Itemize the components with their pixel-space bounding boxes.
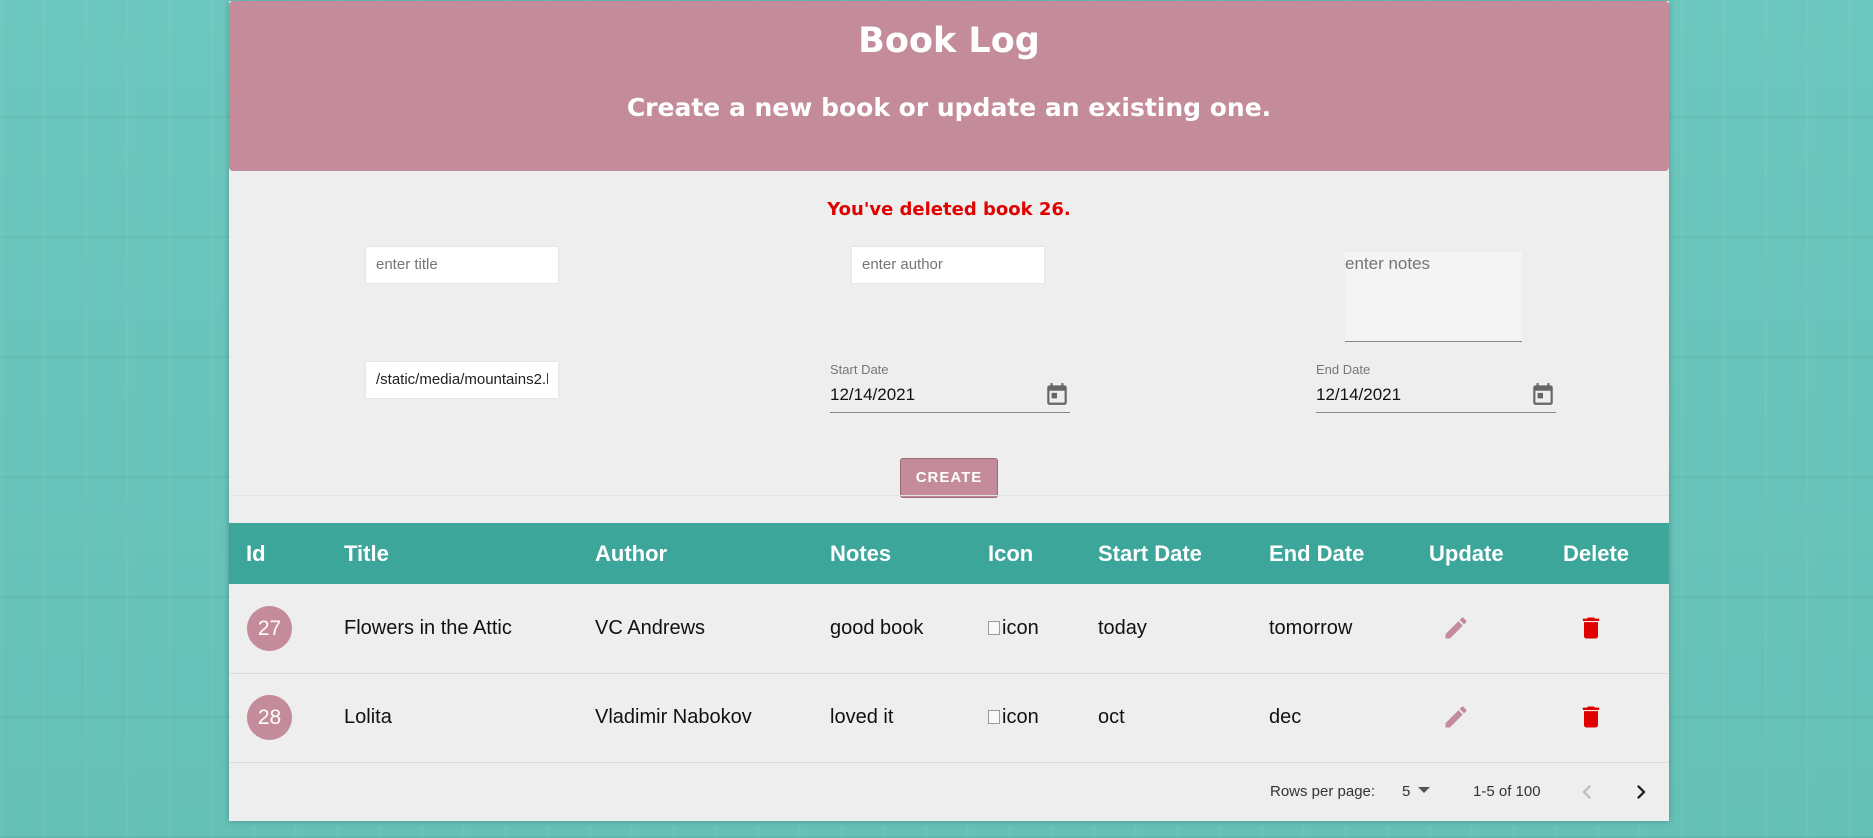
column-header-update[interactable]: Update <box>1429 523 1504 584</box>
column-header-end-date[interactable]: End Date <box>1269 523 1364 584</box>
pagination-range: 1-5 of 100 <box>1473 783 1541 800</box>
start-date-value[interactable]: 12/14/2021 <box>830 383 1070 413</box>
calendar-icon[interactable] <box>1044 381 1070 407</box>
start-date-text: 12/14/2021 <box>830 385 916 404</box>
cell-start-date: oct <box>1098 706 1125 728</box>
page-header: Book Log Create a new book or update an … <box>229 1 1669 171</box>
cell-author: VC Andrews <box>595 617 706 639</box>
chevron-left-icon[interactable] <box>1573 778 1601 806</box>
start-date-field[interactable]: Start Date 12/14/2021 <box>830 362 1070 413</box>
end-date-text: 12/14/2021 <box>1316 385 1402 404</box>
id-badge: 27 <box>247 606 292 651</box>
cell-icon: icon <box>988 673 1039 762</box>
create-button[interactable]: CREATE <box>900 458 998 498</box>
column-header-start-date[interactable]: Start Date <box>1098 523 1202 584</box>
icon-alt-text: icon <box>1002 706 1039 728</box>
cell-end-date: tomorrow <box>1269 617 1353 639</box>
notes-input[interactable] <box>1345 252 1522 342</box>
cell-author: Vladimir Nabokov <box>595 706 752 728</box>
pencil-icon[interactable] <box>1442 614 1470 642</box>
rows-per-page-select[interactable]: 5 <box>1402 783 1410 800</box>
icon-url-input[interactable] <box>365 361 559 399</box>
column-header-notes[interactable]: Notes <box>830 523 891 584</box>
broken-image-icon <box>988 620 1000 635</box>
chevron-right-icon[interactable] <box>1627 778 1655 806</box>
cell-title: Flowers in the Attic <box>344 617 512 639</box>
rows-per-page-label: Rows per page: <box>1270 783 1376 800</box>
cell-end-date: dec <box>1269 706 1302 728</box>
book-log-panel: Book Log Create a new book or update an … <box>229 1 1669 821</box>
pencil-icon[interactable] <box>1442 703 1470 731</box>
table-header: Id Title Author Notes Icon Start Date En… <box>229 523 1669 584</box>
column-header-delete[interactable]: Delete <box>1563 523 1629 584</box>
page-subtitle: Create a new book or update an existing … <box>626 93 1272 122</box>
icon-alt-text: icon <box>1002 617 1039 639</box>
status-message: You've deleted book 26. <box>827 199 1071 220</box>
page-title: Book Log <box>858 21 1040 61</box>
column-header-id[interactable]: Id <box>246 523 266 584</box>
end-date-label: End Date <box>1316 362 1371 377</box>
cell-start-date: today <box>1098 617 1147 639</box>
end-date-field[interactable]: End Date 12/14/2021 <box>1316 362 1556 413</box>
caret-down-icon[interactable] <box>1418 787 1430 793</box>
start-date-label: Start Date <box>830 362 889 377</box>
cell-title: Lolita <box>344 706 392 728</box>
end-date-value[interactable]: 12/14/2021 <box>1316 383 1556 413</box>
trash-icon[interactable] <box>1577 614 1605 642</box>
cell-notes: good book <box>830 617 924 639</box>
table-row: 28 Lolita Vladimir Nabokov loved it icon… <box>229 673 1669 763</box>
column-header-icon[interactable]: Icon <box>988 523 1033 584</box>
trash-icon[interactable] <box>1577 703 1605 731</box>
table-row: 27 Flowers in the Attic VC Andrews good … <box>229 584 1669 674</box>
pagination-bar: Rows per page: 5 1-5 of 100 <box>229 764 1669 821</box>
column-header-author[interactable]: Author <box>595 523 667 584</box>
divider <box>229 495 1669 496</box>
calendar-icon[interactable] <box>1530 381 1556 407</box>
id-badge: 28 <box>247 695 292 740</box>
column-header-title[interactable]: Title <box>344 523 389 584</box>
cell-icon: icon <box>988 584 1039 673</box>
title-input[interactable] <box>365 246 559 284</box>
author-input[interactable] <box>851 246 1045 284</box>
broken-image-icon <box>988 709 1000 724</box>
cell-notes: loved it <box>830 706 894 728</box>
